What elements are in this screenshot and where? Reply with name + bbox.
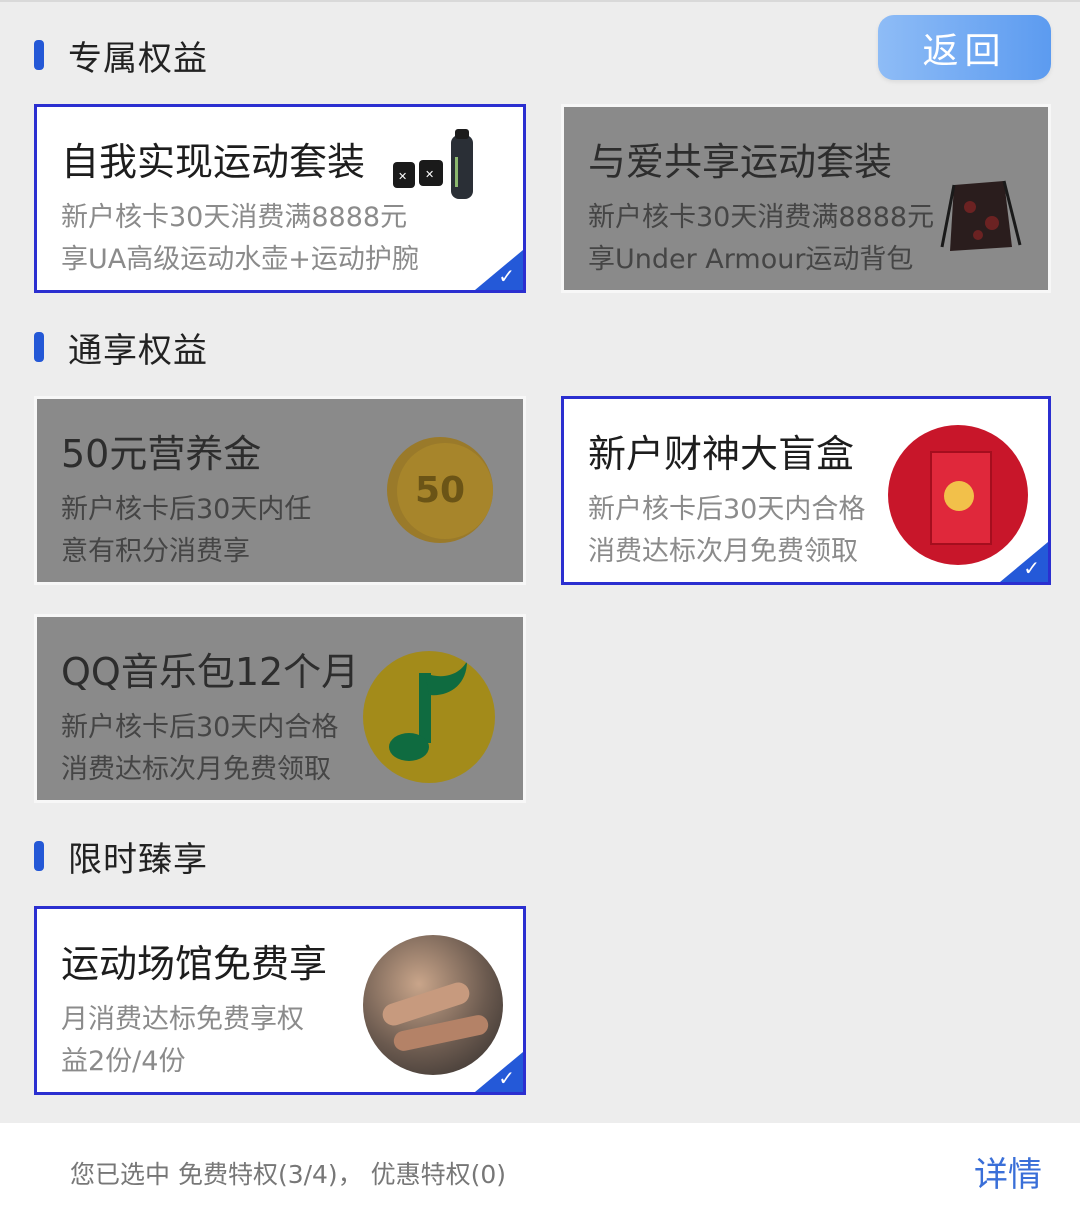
selection-summary: 您已选中 免费特权(3/4)， 优惠特权(0) xyxy=(70,1160,507,1189)
card-title: 自我实现运动套装 xyxy=(61,140,366,184)
card-title: 运动场馆免费享 xyxy=(61,942,328,986)
gift-box-icon xyxy=(888,425,1028,565)
svg-text:✕: ✕ xyxy=(398,170,407,183)
section-title: 限时臻享 xyxy=(68,839,208,880)
top-divider xyxy=(0,0,1080,2)
card-title: QQ音乐包12个月 xyxy=(61,650,360,694)
benefit-card-self-realization[interactable]: 自我实现运动套装 新户核卡30天消费满8888元 享UA高级运动水壶+运动护腕 … xyxy=(34,104,526,293)
card-desc-line2: 意有积分消费享 xyxy=(61,536,250,567)
section-marker xyxy=(34,332,44,362)
benefit-card-nutrition-fund[interactable]: 50元营养金 新户核卡后30天内任 意有积分消费享 50 xyxy=(34,396,526,585)
music-note-icon xyxy=(363,651,495,783)
selected-check-icon: ✓ xyxy=(475,250,523,290)
benefit-card-blind-box[interactable]: 新户财神大盲盒 新户核卡后30天内合格 消费达标次月免费领取 ✓ xyxy=(561,396,1051,585)
selection-summary-bar: 您已选中 免费特权(3/4)， 优惠特权(0) 详情 xyxy=(0,1123,1080,1213)
card-desc-line2: 享Under Armour运动背包 xyxy=(588,244,914,275)
coin-label: 50 xyxy=(414,469,466,511)
section-marker xyxy=(34,841,44,871)
coin-icon: 50 xyxy=(387,437,493,543)
backpack-icon xyxy=(940,180,1022,251)
card-desc-line2: 享UA高级运动水壶+运动护腕 xyxy=(61,244,419,275)
section-header-exclusive: 专属权益 xyxy=(34,35,208,79)
water-bottle-wristband-icon: ✕ ✕ xyxy=(393,129,473,199)
section-header-limited: 限时臻享 xyxy=(34,836,208,880)
card-desc-line2: 消费达标次月免费领取 xyxy=(588,536,858,567)
benefit-card-gym[interactable]: 运动场馆免费享 月消费达标免费享权 益2份/4份 ✓ xyxy=(34,906,526,1095)
card-desc-line2: 益2份/4份 xyxy=(61,1046,186,1077)
section-marker xyxy=(34,40,44,70)
gym-photo-icon xyxy=(363,935,503,1075)
card-title: 与爱共享运动套装 xyxy=(588,140,893,184)
card-desc-line1: 新户核卡后30天内合格 xyxy=(61,712,339,743)
benefit-card-qq-music[interactable]: QQ音乐包12个月 新户核卡后30天内合格 消费达标次月免费领取 xyxy=(34,614,526,803)
card-title: 50元营养金 xyxy=(61,432,262,476)
section-header-shared: 通享权益 xyxy=(34,327,208,371)
card-desc-line1: 新户核卡30天消费满8888元 xyxy=(588,202,935,233)
selected-check-icon: ✓ xyxy=(1000,542,1048,582)
card-desc-line1: 月消费达标免费享权 xyxy=(61,1004,304,1035)
svg-text:✕: ✕ xyxy=(425,168,434,181)
card-desc-line1: 新户核卡后30天内任 xyxy=(61,494,312,525)
section-title: 通享权益 xyxy=(68,330,208,371)
card-title: 新户财神大盲盒 xyxy=(588,432,855,476)
back-button[interactable]: 返回 xyxy=(878,15,1051,80)
section-title: 专属权益 xyxy=(68,38,208,79)
detail-link[interactable]: 详情 xyxy=(974,1147,1042,1196)
card-desc-line2: 消费达标次月免费领取 xyxy=(61,754,331,785)
selected-check-icon: ✓ xyxy=(475,1052,523,1092)
card-desc-line1: 新户核卡30天消费满8888元 xyxy=(61,202,408,233)
benefit-card-share-love[interactable]: 与爱共享运动套装 新户核卡30天消费满8888元 享Under Armour运动… xyxy=(561,104,1051,293)
card-desc-line1: 新户核卡后30天内合格 xyxy=(588,494,866,525)
